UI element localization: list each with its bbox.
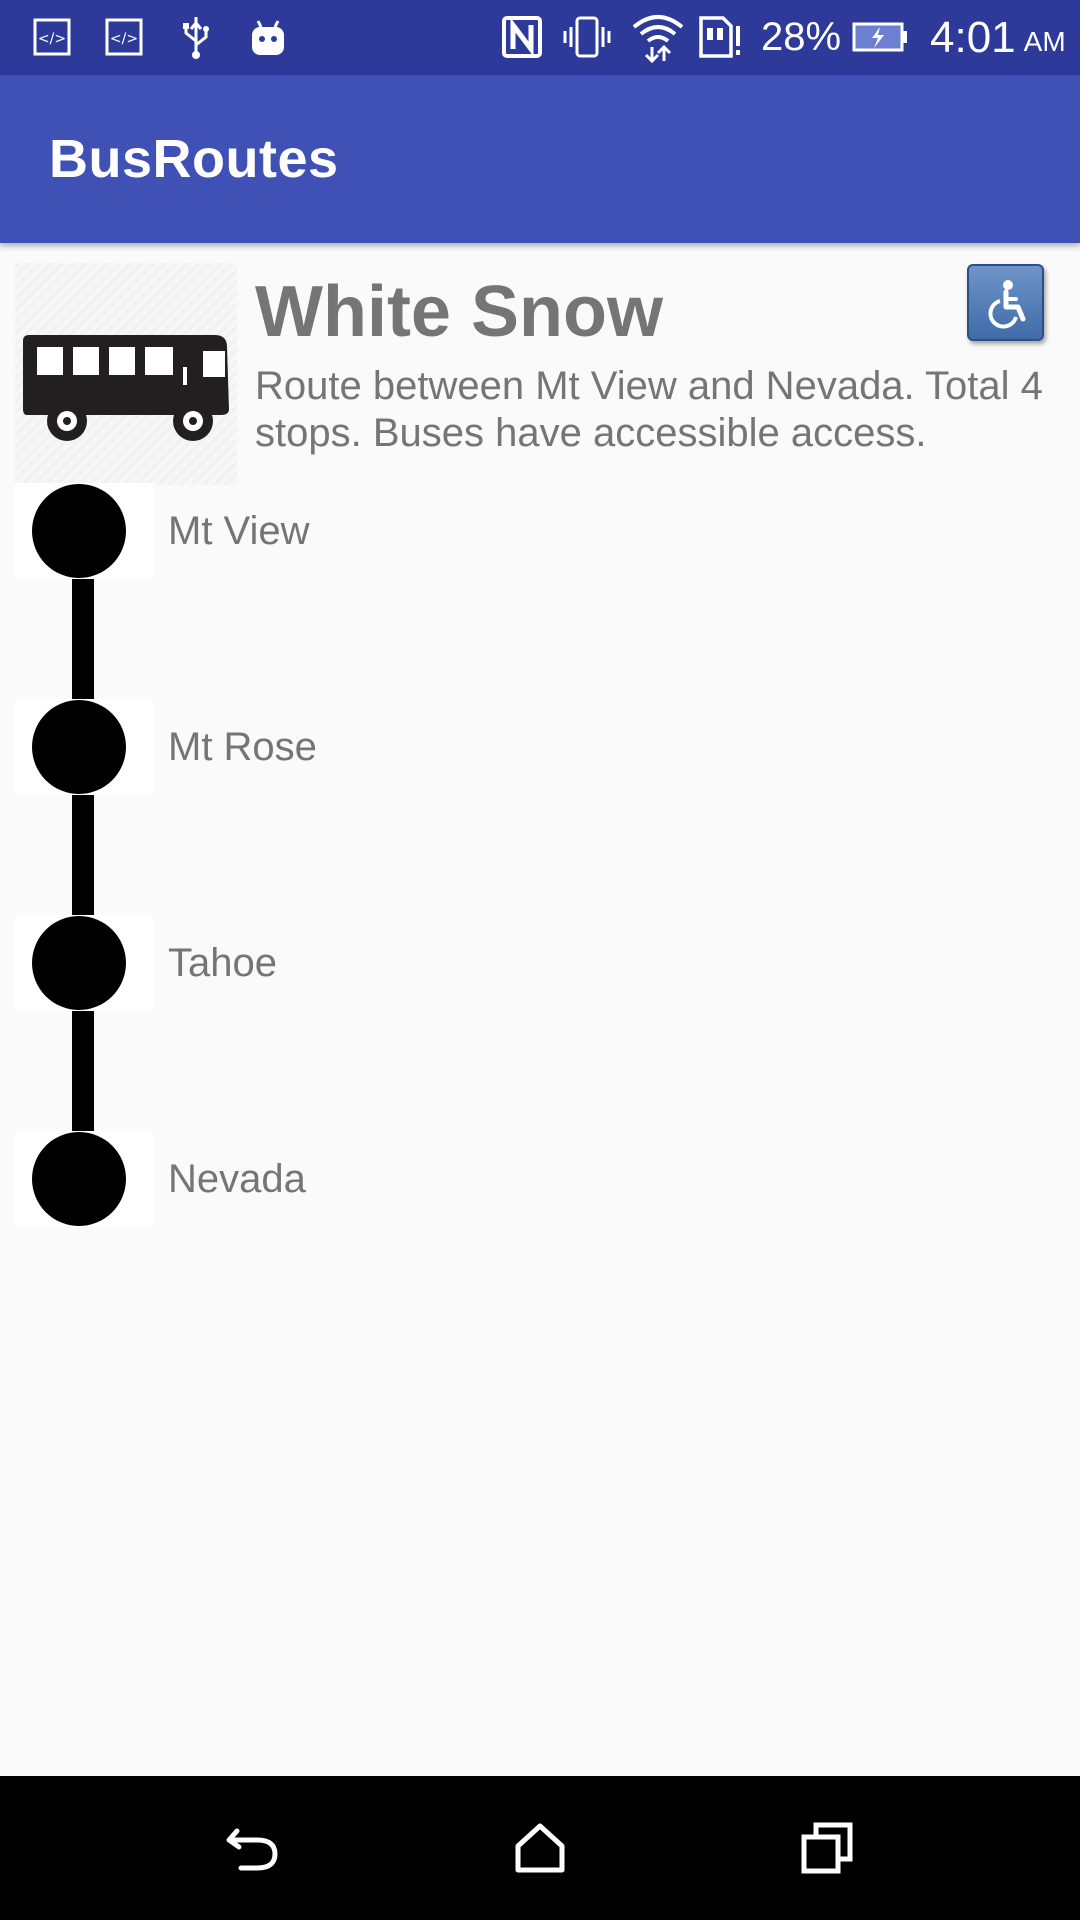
stop-dot-icon	[32, 484, 126, 578]
home-icon	[515, 1823, 565, 1873]
clock-time: 4:01	[930, 12, 1016, 62]
stop-item[interactable]: Tahoe	[0, 915, 1080, 1011]
route-image	[15, 263, 237, 485]
stop-dot-icon	[32, 700, 126, 794]
battery-charging-icon	[852, 12, 908, 62]
usb-icon	[174, 12, 218, 62]
nfc-icon	[499, 12, 545, 62]
stop-marker	[15, 1131, 153, 1227]
stop-item[interactable]: Mt View	[0, 483, 1080, 579]
bus-icon	[23, 335, 229, 441]
back-icon	[226, 1828, 278, 1871]
route-connector	[72, 579, 94, 699]
stop-marker	[15, 483, 153, 579]
route-header: White Snow Route between Mt View and Nev…	[0, 243, 1080, 485]
stop-dot-icon	[32, 1132, 126, 1226]
stop-name: Mt View	[168, 508, 310, 553]
stop-item[interactable]: Mt Rose	[0, 699, 1080, 795]
wifi-icon	[630, 12, 686, 63]
svg-text:</>: </>	[110, 31, 138, 47]
vibrate-icon	[561, 12, 613, 62]
clock: 4:01 AM	[930, 0, 1066, 75]
app-title: BusRoutes	[49, 129, 339, 189]
stop-name: Mt Rose	[168, 724, 317, 769]
route-connector	[72, 795, 94, 915]
code-icon: </>	[102, 12, 146, 62]
stop-name: Nevada	[168, 1156, 306, 1201]
android-icon	[246, 12, 290, 62]
clock-am-pm: AM	[1023, 25, 1066, 57]
svg-text:</>: </>	[38, 31, 66, 47]
stop-item[interactable]: Nevada	[0, 1131, 1080, 1227]
status-bar: </> </> 28% 4:01 AM	[0, 0, 1080, 75]
battery-percent: 28%	[761, 15, 842, 59]
stop-dot-icon	[32, 916, 126, 1010]
code-icon: </>	[30, 12, 74, 62]
stop-marker	[15, 699, 153, 795]
home-button[interactable]	[480, 1776, 600, 1920]
route-title: White Snow	[255, 272, 663, 352]
navigation-bar	[0, 1776, 1080, 1920]
stop-marker	[15, 915, 153, 1011]
sim-alert-icon	[696, 12, 744, 62]
route-connector	[72, 1011, 94, 1131]
stop-name: Tahoe	[168, 940, 277, 985]
app-bar: BusRoutes	[0, 75, 1080, 243]
wheelchair-icon	[987, 279, 1025, 329]
route-description: Route between Mt View and Nevada. Total …	[255, 364, 1043, 455]
back-button[interactable]	[193, 1776, 313, 1920]
recents-button[interactable]	[767, 1776, 887, 1920]
recents-icon	[801, 1822, 853, 1874]
accessibility-button[interactable]	[967, 264, 1044, 341]
